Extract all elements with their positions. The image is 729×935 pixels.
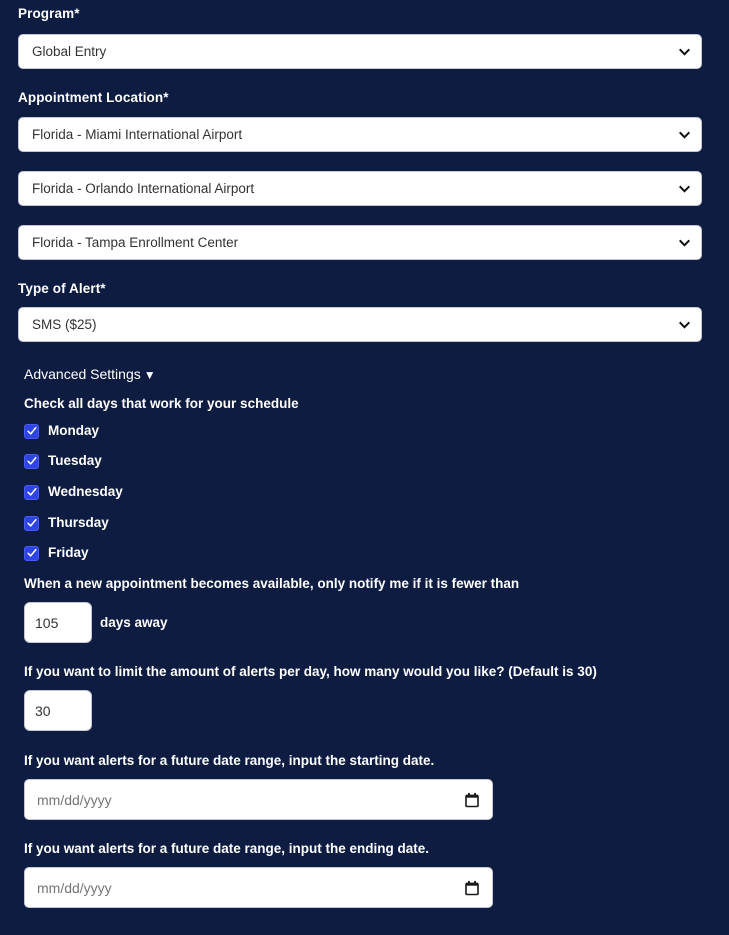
appointment-alert-form: Program* Global Entry Appointment Locati… (0, 0, 729, 935)
day-label-friday: Friday (48, 545, 89, 561)
appointment-location-3-select-wrapper[interactable]: Florida - Tampa Enrollment Center (18, 225, 702, 260)
appointment-location-label: Appointment Location* (18, 90, 169, 105)
start-date-input[interactable] (24, 779, 493, 820)
checkbox-checked-icon[interactable] (24, 515, 39, 531)
advanced-settings-toggle[interactable]: Advanced Settings ▼ (24, 366, 156, 382)
appointment-location-3-select[interactable]: Florida - Tampa Enrollment Center (18, 225, 702, 260)
days-heading: Check all days that work for your schedu… (24, 396, 299, 411)
alert-type-label: Type of Alert* (18, 281, 106, 296)
caret-down-icon: ▼ (143, 368, 156, 382)
day-checkbox-row-monday[interactable]: Monday (24, 422, 99, 440)
end-date-wrapper[interactable] (24, 867, 493, 908)
checkbox-checked-icon[interactable] (24, 484, 39, 500)
program-select-wrapper[interactable]: Global Entry (18, 34, 702, 69)
day-label-wednesday: Wednesday (48, 484, 123, 500)
advanced-settings-label: Advanced Settings (24, 366, 141, 382)
day-checkbox-row-friday[interactable]: Friday (24, 544, 89, 562)
day-label-tuesday: Tuesday (48, 453, 102, 469)
days-away-label: When a new appointment becomes available… (24, 576, 520, 591)
alert-type-select[interactable]: SMS ($25) (18, 307, 702, 342)
day-label-thursday: Thursday (48, 515, 109, 531)
appointment-location-2-select-wrapper[interactable]: Florida - Orlando International Airport (18, 171, 702, 206)
program-select[interactable]: Global Entry (18, 34, 702, 69)
day-checkbox-row-wednesday[interactable]: Wednesday (24, 483, 123, 501)
end-date-input[interactable] (24, 867, 493, 908)
day-label-monday: Monday (48, 423, 100, 439)
appointment-location-1-select[interactable]: Florida - Miami International Airport (18, 117, 702, 152)
checkbox-checked-icon[interactable] (24, 453, 39, 469)
checkbox-checked-icon[interactable] (24, 545, 39, 561)
days-away-suffix: days away (100, 615, 168, 630)
start-date-label: If you want alerts for a future date ran… (24, 753, 435, 768)
day-checkbox-row-tuesday[interactable]: Tuesday (24, 452, 102, 470)
days-away-input[interactable] (24, 602, 92, 643)
day-checkbox-row-thursday[interactable]: Thursday (24, 514, 109, 532)
appointment-location-2-select[interactable]: Florida - Orlando International Airport (18, 171, 702, 206)
alerts-per-day-label: If you want to limit the amount of alert… (24, 664, 597, 679)
checkbox-checked-icon[interactable] (24, 423, 39, 439)
appointment-location-1-select-wrapper[interactable]: Florida - Miami International Airport (18, 117, 702, 152)
end-date-label: If you want alerts for a future date ran… (24, 841, 430, 856)
alert-type-select-wrapper[interactable]: SMS ($25) (18, 307, 702, 342)
alerts-per-day-input[interactable] (24, 690, 92, 731)
start-date-wrapper[interactable] (24, 779, 493, 820)
program-label: Program* (18, 6, 80, 21)
